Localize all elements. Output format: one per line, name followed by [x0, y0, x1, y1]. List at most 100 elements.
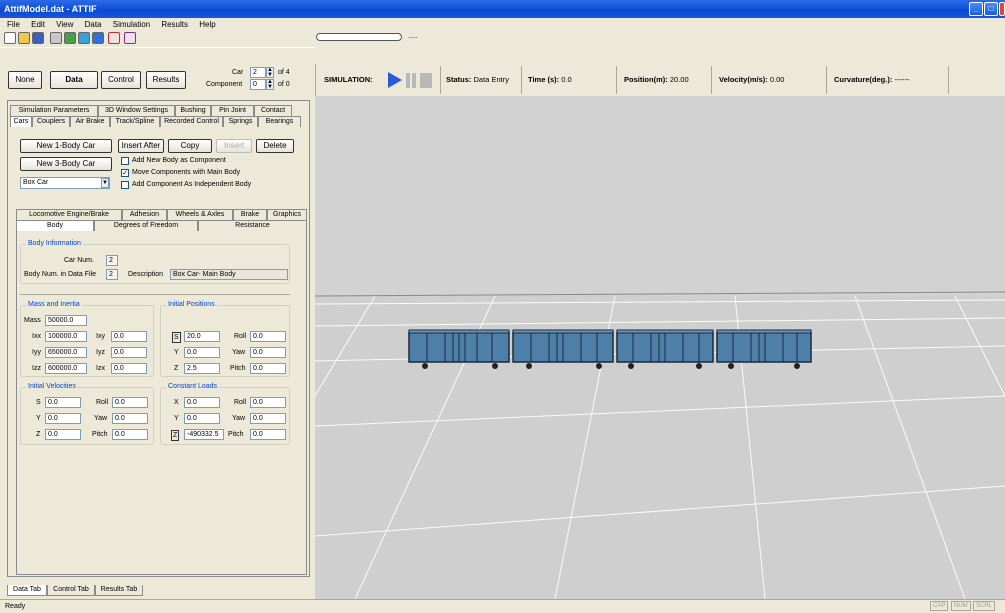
initial-y-field[interactable]: 0.0: [184, 347, 220, 358]
load-roll-field[interactable]: 0.0: [250, 397, 286, 408]
open-folder-icon[interactable]: [18, 32, 30, 44]
play-icon[interactable]: [386, 71, 434, 89]
velocity-yaw-field[interactable]: 0.0: [112, 413, 148, 424]
initial-roll-field[interactable]: 0.0: [250, 331, 286, 342]
load-z-field[interactable]: -490332.5: [184, 429, 224, 440]
mass-inertia-title: Mass and Inertia: [26, 301, 82, 308]
izz-field[interactable]: 600000.0: [45, 363, 87, 374]
tab-pin-joint[interactable]: Pin Joint: [211, 105, 254, 116]
close-button[interactable]: [999, 2, 1005, 16]
new-3-body-car-button[interactable]: New 3-Body Car: [20, 157, 112, 171]
tab-3d-window-settings[interactable]: 3D Window Settings: [98, 105, 175, 116]
velocity-pitch-field[interactable]: 0.0: [112, 429, 148, 440]
iyy-field[interactable]: 650000.0: [45, 347, 87, 358]
bottom-tabs: Data Tab Control Tab Results Tab: [7, 585, 147, 597]
roll-label: Roll: [234, 333, 247, 340]
simulation-bar: SIMULATION: Status: Data Entry Time (s):…: [315, 64, 1005, 96]
tab-contact[interactable]: Contact: [254, 105, 292, 116]
load-x-field[interactable]: 0.0: [184, 397, 220, 408]
3d-icon[interactable]: [92, 32, 104, 44]
load-pitch-field[interactable]: 0.0: [250, 429, 286, 440]
load-z-label[interactable]: Z: [171, 430, 180, 441]
menu-edit[interactable]: Edit: [31, 20, 45, 29]
initial-z-field[interactable]: 2.5: [184, 363, 220, 374]
tab-graphics[interactable]: Graphics: [267, 209, 307, 220]
model-icon[interactable]: [64, 32, 76, 44]
tab-adhesion[interactable]: Adhesion: [122, 209, 167, 220]
velocity-roll-field[interactable]: 0.0: [112, 397, 148, 408]
mass-field[interactable]: 50000.0: [45, 315, 87, 326]
new-file-icon[interactable]: [4, 32, 16, 44]
car-num-label: Car Num.: [64, 257, 94, 264]
tab-wheels-axles[interactable]: Wheels & Axles: [167, 209, 233, 220]
insert-button[interactable]: Insert: [216, 139, 252, 153]
tab-simulation-parameters[interactable]: Simulation Parameters: [10, 105, 98, 116]
velocity-s-field[interactable]: 0.0: [45, 397, 81, 408]
tab-bushing[interactable]: Bushing: [175, 105, 211, 116]
control-button[interactable]: Control: [101, 71, 141, 89]
tab-springs[interactable]: Springs: [223, 116, 258, 127]
tab-air-brake[interactable]: Air Brake: [70, 116, 110, 127]
velocity-y-field[interactable]: 0.0: [45, 413, 81, 424]
copy-button[interactable]: Copy: [168, 139, 212, 153]
car-input[interactable]: 2: [250, 67, 266, 78]
progress-bar: [316, 33, 402, 41]
ixx-field[interactable]: 100000.0: [45, 331, 87, 342]
component-input[interactable]: 0: [250, 79, 266, 90]
chevron-down-icon[interactable]: ▼: [101, 178, 109, 188]
load-yaw-field[interactable]: 0.0: [250, 413, 286, 424]
initial-s-field[interactable]: 20.0: [184, 331, 220, 342]
menu-simulation[interactable]: Simulation: [113, 20, 150, 29]
tab-control[interactable]: Control Tab: [47, 585, 95, 596]
results-button[interactable]: Results: [146, 71, 186, 89]
none-button[interactable]: None: [8, 71, 42, 89]
tab-resistance[interactable]: Resistance: [198, 220, 307, 231]
data-button[interactable]: Data: [50, 71, 98, 89]
tab-track-spline[interactable]: Track/Spline: [110, 116, 160, 127]
3d-view[interactable]: [315, 96, 1005, 599]
tab-bearings[interactable]: Bearings: [258, 116, 301, 127]
description-field[interactable]: Box Car- Main Body: [170, 269, 288, 280]
load-y-field[interactable]: 0.0: [184, 413, 220, 424]
car-type-select[interactable]: Box Car: [20, 177, 110, 189]
table-icon[interactable]: [124, 32, 136, 44]
2d-icon[interactable]: [78, 32, 90, 44]
maximize-button[interactable]: □: [984, 2, 998, 16]
component-spinner[interactable]: ▲ ▼: [266, 79, 274, 90]
plot-icon[interactable]: [108, 32, 120, 44]
print-icon[interactable]: [50, 32, 62, 44]
move-components-label: Move Components with Main Body: [132, 169, 241, 176]
insert-after-button[interactable]: Insert After: [118, 139, 164, 153]
menu-data[interactable]: Data: [85, 20, 102, 29]
menu-help[interactable]: Help: [199, 20, 215, 29]
ixy-field[interactable]: 0.0: [111, 331, 147, 342]
new-1-body-car-button[interactable]: New 1-Body Car: [20, 139, 112, 153]
move-components-checkbox[interactable]: ✓: [121, 169, 129, 177]
save-icon[interactable]: [32, 32, 44, 44]
minimize-button[interactable]: _: [969, 2, 983, 16]
car-count: of 4: [278, 69, 290, 76]
initial-pitch-field[interactable]: 0.0: [250, 363, 286, 374]
initial-yaw-field[interactable]: 0.0: [250, 347, 286, 358]
tab-recorded-control[interactable]: Recorded Control: [160, 116, 223, 127]
tab-brake[interactable]: Brake: [233, 209, 267, 220]
s-label[interactable]: S: [172, 332, 181, 343]
menu-view[interactable]: View: [56, 20, 73, 29]
tab-locomotive-engine-brake[interactable]: Locomotive Engine/Brake: [16, 209, 122, 220]
add-independent-checkbox[interactable]: [121, 181, 129, 189]
iyz-field[interactable]: 0.0: [111, 347, 147, 358]
tab-results[interactable]: Results Tab: [95, 585, 143, 596]
tab-couplers[interactable]: Couplers: [32, 116, 70, 127]
tab-cars[interactable]: Cars: [10, 116, 32, 127]
izx-field[interactable]: 0.0: [111, 363, 147, 374]
add-new-body-checkbox[interactable]: [121, 157, 129, 165]
menu-results[interactable]: Results: [161, 20, 188, 29]
car-spinner[interactable]: ▲ ▼: [266, 67, 274, 78]
menu-file[interactable]: File: [7, 20, 20, 29]
tab-degrees-of-freedom[interactable]: Degrees of Freedom: [94, 220, 198, 231]
tab-data[interactable]: Data Tab: [7, 585, 47, 596]
velocity-z-field[interactable]: 0.0: [45, 429, 81, 440]
separator: [711, 66, 712, 94]
delete-button[interactable]: Delete: [256, 139, 294, 153]
tab-body[interactable]: Body: [16, 220, 94, 231]
